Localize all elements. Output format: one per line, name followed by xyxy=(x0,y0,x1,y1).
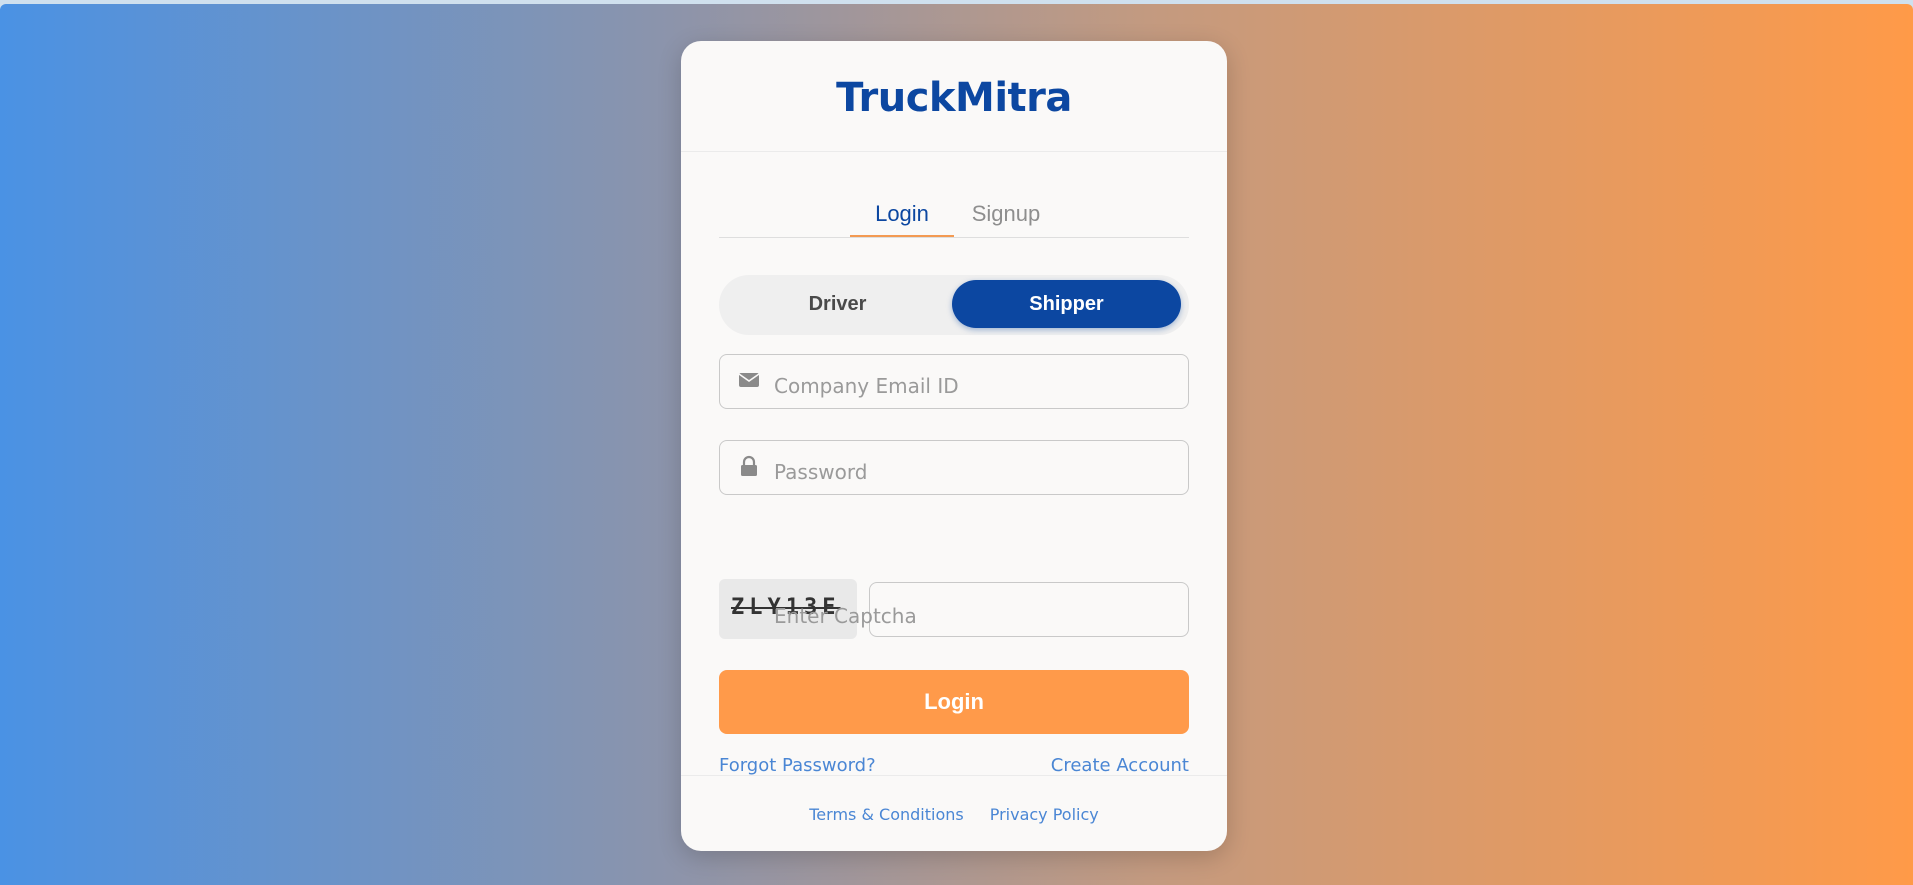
envelope-icon xyxy=(738,373,760,387)
role-shipper-button[interactable]: Shipper xyxy=(952,280,1181,328)
privacy-link[interactable]: Privacy Policy xyxy=(990,805,1099,824)
role-driver-button[interactable]: Driver xyxy=(723,280,952,328)
password-field xyxy=(719,440,1189,498)
card-footer: Terms & Conditions Privacy Policy xyxy=(681,775,1227,851)
create-account-link[interactable]: Create Account xyxy=(1051,755,1189,776)
login-button[interactable]: Login xyxy=(719,670,1189,734)
card-header: TruckMitra xyxy=(681,41,1227,152)
tab-login[interactable]: Login xyxy=(850,191,954,237)
tab-signup[interactable]: Signup xyxy=(954,191,1058,237)
email-input[interactable] xyxy=(774,355,1174,412)
terms-link[interactable]: Terms & Conditions xyxy=(809,805,963,824)
auth-links: Forgot Password? Create Account xyxy=(719,755,1189,776)
captcha-input[interactable] xyxy=(774,582,1174,643)
forgot-password-link[interactable]: Forgot Password? xyxy=(719,755,876,776)
role-toggle: Driver Shipper xyxy=(719,275,1189,335)
captcha-row: ZLY13E xyxy=(719,579,1189,643)
auth-tabs: Login Signup xyxy=(719,191,1189,238)
email-field xyxy=(719,354,1189,412)
password-input[interactable] xyxy=(774,441,1174,498)
brand-title: TruckMitra xyxy=(836,75,1072,121)
auth-card: TruckMitra Login Signup Driver Shipper Z… xyxy=(681,41,1227,851)
lock-icon xyxy=(741,455,757,476)
